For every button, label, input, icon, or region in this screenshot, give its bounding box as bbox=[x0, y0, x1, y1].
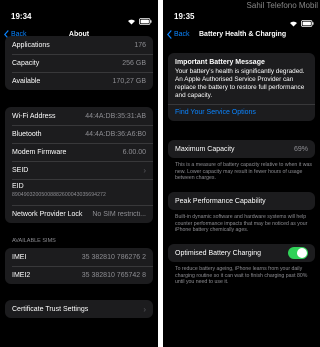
row-label: Peak Performance Capability bbox=[175, 197, 266, 205]
nav-bar: Back Battery Health & Charging bbox=[163, 29, 320, 43]
message-title: Important Battery Message bbox=[175, 59, 265, 66]
row-optimised-charging: Optimised Battery Charging bbox=[168, 244, 315, 262]
row-label: Maximum Capacity bbox=[175, 145, 235, 153]
status-bar: 19:34 bbox=[0, 0, 158, 25]
battery-health-screen: 19:35 Sahil Telefono Mobil Back Battery … bbox=[163, 0, 320, 347]
find-service-options-link[interactable]: Find Your Service Options bbox=[168, 104, 315, 121]
status-icons bbox=[127, 12, 152, 30]
row-label: Wi-Fi Address bbox=[12, 112, 56, 120]
peak-performance-group: Peak Performance Capability bbox=[168, 192, 315, 210]
row-wifi-address: Wi-Fi Address 44:4A:DB:35:31:AB bbox=[5, 107, 153, 125]
row-label: EID bbox=[12, 183, 24, 190]
row-value: No SIM restricti... bbox=[92, 210, 146, 218]
max-capacity-group: Maximum Capacity 69% bbox=[168, 140, 315, 158]
status-bar: 19:35 Sahil Telefono Mobil bbox=[163, 0, 320, 27]
storage-group: Applications 176 Capacity 256 GB Available… bbox=[5, 36, 153, 90]
row-imei: IMEI 35 382810 786276 2 bbox=[5, 248, 153, 266]
row-label: IMEI2 bbox=[12, 271, 31, 279]
max-capacity-footer: This is a measure of battery capacity re… bbox=[175, 162, 312, 181]
chevron-right-icon: › bbox=[143, 165, 146, 175]
row-label: IMEI bbox=[12, 253, 27, 261]
network-group: Wi-Fi Address 44:4A:DB:35:31:AB Bluetooth… bbox=[5, 107, 153, 223]
optimised-charging-group: Optimised Battery Charging bbox=[168, 244, 315, 262]
row-value: 44:4A:DB:36:A6:B0 bbox=[85, 130, 146, 138]
back-button[interactable]: Back bbox=[167, 30, 190, 39]
status-time: 19:34 bbox=[11, 12, 32, 21]
row-modem-firmware: Modem Firmware 6.00.00 bbox=[5, 143, 153, 161]
peak-performance-footer: Built-in dynamic software and hardware s… bbox=[175, 214, 308, 233]
section-header-sims: AVAILABLE SIMS bbox=[12, 238, 56, 244]
row-value: 176 bbox=[134, 41, 146, 49]
wifi-icon bbox=[127, 12, 136, 30]
row-label: SEID bbox=[12, 166, 29, 174]
optimised-charging-footer: To reduce battery ageing, iPhone learns … bbox=[175, 266, 308, 285]
sims-group: IMEI 35 382810 786276 2 IMEI2 35 382810 76… bbox=[5, 248, 153, 284]
row-value: 44:4A:DB:35:31:AB bbox=[85, 112, 146, 120]
row-label: Applications bbox=[12, 41, 50, 49]
row-value: 89049032005008882600043035694272 bbox=[12, 192, 106, 198]
row-value: 69% bbox=[293, 145, 308, 153]
row-label: Bluetooth bbox=[12, 130, 42, 138]
row-certificate-trust-settings[interactable]: Certificate Trust Settings › bbox=[5, 300, 153, 318]
row-peak-performance: Peak Performance Capability bbox=[168, 192, 315, 210]
row-label: Optimised Battery Charging bbox=[175, 249, 261, 257]
status-time: 19:35 bbox=[174, 12, 195, 21]
row-maximum-capacity: Maximum Capacity 69% bbox=[168, 140, 315, 158]
row-label: Modem Firmware bbox=[12, 148, 67, 156]
certificate-group: Certificate Trust Settings › bbox=[5, 300, 153, 318]
optimised-charging-toggle[interactable] bbox=[288, 247, 308, 259]
row-label: Certificate Trust Settings bbox=[12, 305, 89, 313]
battery-icon bbox=[139, 12, 152, 30]
row-value: 170,27 GB bbox=[112, 77, 146, 85]
row-label: Network Provider Lock bbox=[12, 210, 83, 218]
row-network-provider-lock: Network Provider Lock No SIM restricti... bbox=[5, 205, 153, 223]
message-body: Your battery's health is significantly d… bbox=[175, 68, 305, 99]
row-imei2: IMEI2 35 382810 765742 8 bbox=[5, 266, 153, 284]
row-available: Available 170,27 GB bbox=[5, 72, 153, 90]
row-label: Capacity bbox=[12, 59, 40, 67]
chevron-left-icon bbox=[167, 30, 172, 39]
back-label: Back bbox=[174, 31, 190, 38]
row-bluetooth: Bluetooth 44:4A:DB:36:A6:B0 bbox=[5, 125, 153, 143]
row-value: 35 382810 786276 2 bbox=[81, 253, 146, 261]
row-value: 35 382810 765742 8 bbox=[81, 271, 146, 279]
row-applications: Applications 176 bbox=[5, 36, 153, 54]
row-eid: EID 89049032005008882600043035694272 bbox=[5, 179, 153, 205]
battery-message-card: Important Battery Message Your battery's… bbox=[168, 53, 315, 121]
row-capacity: Capacity 256 GB bbox=[5, 54, 153, 72]
row-label: Available bbox=[12, 77, 41, 85]
page-title: Battery Health & Charging bbox=[199, 31, 287, 38]
watermark: Sahil Telefono Mobil bbox=[246, 1, 318, 10]
row-value: 6.00.00 bbox=[122, 148, 146, 156]
row-value: 256 GB bbox=[122, 59, 146, 67]
about-screen: 19:34 Back About Applications 176 Capacit… bbox=[0, 0, 158, 347]
row-seid[interactable]: SEID › bbox=[5, 161, 153, 179]
chevron-right-icon: › bbox=[143, 304, 146, 314]
